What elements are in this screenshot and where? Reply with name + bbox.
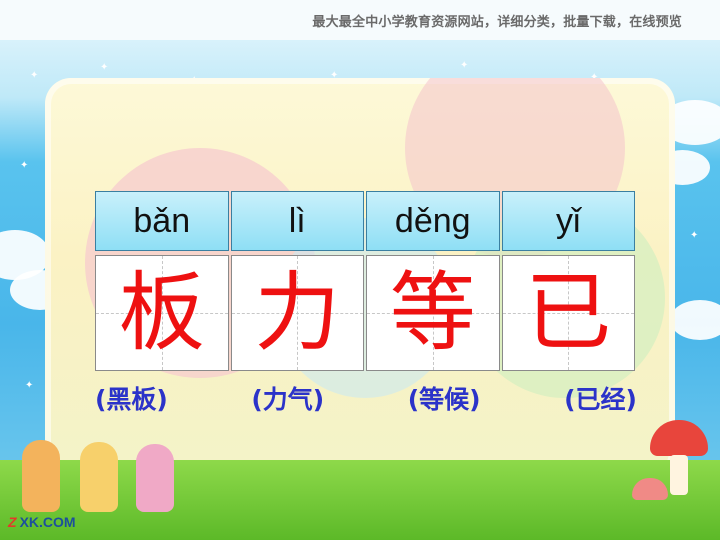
pinyin-cell: bǎn bbox=[95, 191, 229, 251]
child-figure-decoration bbox=[136, 444, 174, 512]
character: 等 bbox=[389, 263, 476, 363]
sparkle-icon: ✦ bbox=[100, 62, 109, 73]
pinyin-cell: děng bbox=[366, 191, 500, 251]
example-word: (黑板) bbox=[95, 385, 168, 414]
character-row: 板 力 等 已 bbox=[95, 255, 637, 371]
example-word: (等候) bbox=[407, 385, 481, 414]
sparkle-icon: ✦ bbox=[20, 160, 29, 171]
pinyin-cell: lì bbox=[230, 191, 364, 251]
word-examples: (黑板) (力气) (等候) (已经) bbox=[95, 380, 637, 416]
character: 板 bbox=[118, 263, 205, 363]
site-logo: Z XK.COM bbox=[8, 514, 76, 530]
character-table: bǎn lì děng yǐ 板 力 等 已 bbox=[95, 191, 637, 371]
logo-mark: Z bbox=[8, 514, 17, 530]
sparkle-icon: ✦ bbox=[460, 60, 469, 71]
example-word: (已经) bbox=[564, 385, 637, 414]
character-grid-cell: 板 bbox=[95, 255, 229, 371]
pinyin-row: bǎn lì děng yǐ bbox=[95, 191, 637, 251]
sparkle-icon: ✦ bbox=[690, 230, 699, 241]
mushroom-decoration bbox=[670, 455, 688, 495]
slide-background: 最大最全中小学教育资源网站，详细分类，批量下载，在线预览 ✦ ✦ ✦ ✦ ✦ ✦… bbox=[0, 0, 720, 540]
character-grid-cell: 等 bbox=[366, 255, 500, 371]
example-word: (力气) bbox=[251, 385, 325, 414]
cloud-decoration bbox=[670, 300, 720, 340]
child-figure-decoration bbox=[22, 440, 60, 512]
logo-text: XK.COM bbox=[19, 514, 76, 530]
pinyin-cell: yǐ bbox=[501, 191, 635, 251]
character-grid-cell: 力 bbox=[230, 255, 364, 371]
character: 已 bbox=[525, 263, 612, 363]
header-strip: 最大最全中小学教育资源网站，详细分类，批量下载，在线预览 bbox=[0, 0, 720, 40]
character: 力 bbox=[254, 263, 341, 363]
header-text: 最大最全中小学教育资源网站，详细分类，批量下载，在线预览 bbox=[312, 15, 682, 30]
child-figure-decoration bbox=[80, 442, 118, 512]
sparkle-icon: ✦ bbox=[30, 70, 39, 81]
sparkle-icon: ✦ bbox=[25, 380, 34, 391]
character-grid-cell: 已 bbox=[501, 255, 635, 371]
